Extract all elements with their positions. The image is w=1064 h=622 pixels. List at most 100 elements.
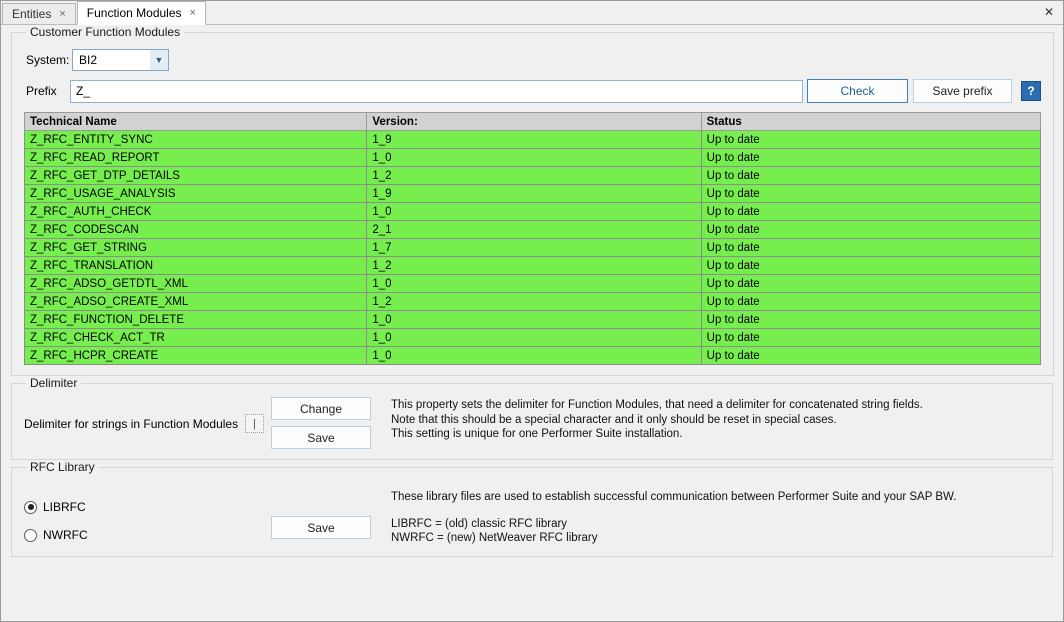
table-row[interactable]: Z_RFC_GET_STRING 1_7 Up to date (25, 239, 1041, 257)
cell-technical-name: Z_RFC_CHECK_ACT_TR (25, 329, 367, 347)
column-header-technical-name[interactable]: Technical Name (25, 113, 367, 131)
delimiter-description: This property sets the delimiter for Fun… (391, 398, 923, 442)
delimiter-description-line-3: This setting is unique for one Performer… (391, 427, 923, 442)
table-row[interactable]: Z_RFC_TRANSLATION 1_2 Up to date (25, 257, 1041, 275)
cell-technical-name: Z_RFC_ENTITY_SYNC (25, 131, 367, 149)
cell-version: 1_7 (367, 239, 701, 257)
cell-status: Up to date (701, 203, 1040, 221)
cell-technical-name: Z_RFC_FUNCTION_DELETE (25, 311, 367, 329)
system-dropdown[interactable]: BI2 ▼ (72, 49, 169, 71)
save-rfc-button[interactable]: Save (271, 516, 371, 539)
table-row[interactable]: Z_RFC_ENTITY_SYNC 1_9 Up to date (25, 131, 1041, 149)
nwrfc-radio-label: NWRFC (43, 528, 88, 542)
rfc-radio-group: LIBRFC NWRFC (24, 500, 271, 542)
system-dropdown-value: BI2 (79, 53, 97, 67)
table-row[interactable]: Z_RFC_READ_REPORT 1_0 Up to date (25, 149, 1041, 167)
table-row[interactable]: Z_RFC_ADSO_CREATE_XML 1_2 Up to date (25, 293, 1041, 311)
delimiter-group: Delimiter Delimiter for strings in Funct… (11, 376, 1053, 460)
cell-status: Up to date (701, 311, 1040, 329)
spacer (391, 505, 956, 517)
cell-status: Up to date (701, 131, 1040, 149)
cell-version: 1_0 (367, 347, 701, 365)
tab-entities-close-icon[interactable]: × (59, 9, 65, 20)
table-row[interactable]: Z_RFC_USAGE_ANALYSIS 1_9 Up to date (25, 185, 1041, 203)
cell-status: Up to date (701, 329, 1040, 347)
table-row[interactable]: Z_RFC_HCPR_CREATE 1_0 Up to date (25, 347, 1041, 365)
cell-status: Up to date (701, 293, 1040, 311)
table-row[interactable]: Z_RFC_CODESCAN 2_1 Up to date (25, 221, 1041, 239)
cell-technical-name: Z_RFC_GET_DTP_DETAILS (25, 167, 367, 185)
column-header-version[interactable]: Version: (367, 113, 701, 131)
table-body: Z_RFC_ENTITY_SYNC 1_9 Up to date Z_RFC_R… (25, 131, 1041, 365)
change-button[interactable]: Change (271, 397, 371, 420)
cell-status: Up to date (701, 185, 1040, 203)
function-modules-table: Technical Name Version: Status Z_RFC_ENT… (24, 112, 1041, 365)
system-row: System: BI2 ▼ (26, 49, 1041, 71)
cell-version: 1_0 (367, 329, 701, 347)
rfc-library-group-title: RFC Library (26, 460, 99, 474)
rfc-legend-line-2: NWRFC = (new) NetWeaver RFC library (391, 531, 956, 546)
customer-function-modules-title: Customer Function Modules (26, 25, 184, 39)
cell-version: 1_9 (367, 131, 701, 149)
help-icon[interactable]: ? (1021, 81, 1041, 101)
delimiter-description-line-1: This property sets the delimiter for Fun… (391, 398, 923, 413)
librfc-radio[interactable]: LIBRFC (24, 500, 271, 514)
table-row[interactable]: Z_RFC_FUNCTION_DELETE 1_0 Up to date (25, 311, 1041, 329)
prefix-input[interactable] (70, 80, 803, 103)
cell-technical-name: Z_RFC_GET_STRING (25, 239, 367, 257)
cell-version: 1_0 (367, 311, 701, 329)
librfc-radio-label: LIBRFC (43, 500, 86, 514)
cell-version: 1_2 (367, 257, 701, 275)
cell-technical-name: Z_RFC_ADSO_CREATE_XML (25, 293, 367, 311)
delimiter-buttons: Change Save (271, 397, 371, 449)
window-close-icon[interactable]: ✕ (1044, 6, 1054, 18)
rfc-buttons: Save (271, 516, 371, 539)
prefix-row: Prefix Check Save prefix ? (26, 79, 1041, 103)
rfc-legend-line-1: LIBRFC = (old) classic RFC library (391, 517, 956, 532)
cell-technical-name: Z_RFC_TRANSLATION (25, 257, 367, 275)
delimiter-input[interactable] (245, 414, 264, 433)
cell-status: Up to date (701, 239, 1040, 257)
cell-version: 2_1 (367, 221, 701, 239)
cell-status: Up to date (701, 167, 1040, 185)
table-row[interactable]: Z_RFC_CHECK_ACT_TR 1_0 Up to date (25, 329, 1041, 347)
nwrfc-radio[interactable]: NWRFC (24, 528, 271, 542)
cell-version: 1_2 (367, 293, 701, 311)
tab-function-modules-close-icon[interactable]: × (190, 8, 196, 19)
cell-technical-name: Z_RFC_CODESCAN (25, 221, 367, 239)
cell-status: Up to date (701, 257, 1040, 275)
cell-status: Up to date (701, 221, 1040, 239)
column-header-status[interactable]: Status (701, 113, 1040, 131)
tab-entities[interactable]: Entities × (2, 3, 76, 24)
cell-technical-name: Z_RFC_USAGE_ANALYSIS (25, 185, 367, 203)
rfc-description-line: These library files are used to establis… (391, 490, 956, 505)
cell-status: Up to date (701, 347, 1040, 365)
function-modules-window: Entities × Function Modules × ✕ Customer… (0, 0, 1064, 622)
cell-technical-name: Z_RFC_READ_REPORT (25, 149, 367, 167)
cell-technical-name: Z_RFC_AUTH_CHECK (25, 203, 367, 221)
tab-entities-label: Entities (12, 7, 51, 21)
table-row[interactable]: Z_RFC_GET_DTP_DETAILS 1_2 Up to date (25, 167, 1041, 185)
cell-version: 1_0 (367, 149, 701, 167)
save-prefix-button[interactable]: Save prefix (913, 79, 1012, 103)
delimiter-label: Delimiter for strings in Function Module… (24, 417, 238, 431)
radio-selected-icon[interactable] (24, 501, 37, 514)
table-row[interactable]: Z_RFC_AUTH_CHECK 1_0 Up to date (25, 203, 1041, 221)
check-button[interactable]: Check (807, 79, 908, 103)
cell-version: 1_0 (367, 275, 701, 293)
tab-function-modules[interactable]: Function Modules × (77, 1, 206, 25)
cell-technical-name: Z_RFC_ADSO_GETDTL_XML (25, 275, 367, 293)
system-label: System: (26, 53, 72, 67)
cell-version: 1_2 (367, 167, 701, 185)
cell-version: 1_9 (367, 185, 701, 203)
table-header-row: Technical Name Version: Status (25, 113, 1041, 131)
chevron-down-icon[interactable]: ▼ (150, 50, 168, 70)
delimiter-group-title: Delimiter (26, 376, 81, 390)
cell-technical-name: Z_RFC_HCPR_CREATE (25, 347, 367, 365)
radio-unselected-icon[interactable] (24, 529, 37, 542)
delimiter-description-line-2: Note that this should be a special chara… (391, 413, 923, 428)
save-delimiter-button[interactable]: Save (271, 426, 371, 449)
cell-status: Up to date (701, 149, 1040, 167)
delimiter-field-row: Delimiter for strings in Function Module… (24, 414, 271, 433)
table-row[interactable]: Z_RFC_ADSO_GETDTL_XML 1_0 Up to date (25, 275, 1041, 293)
